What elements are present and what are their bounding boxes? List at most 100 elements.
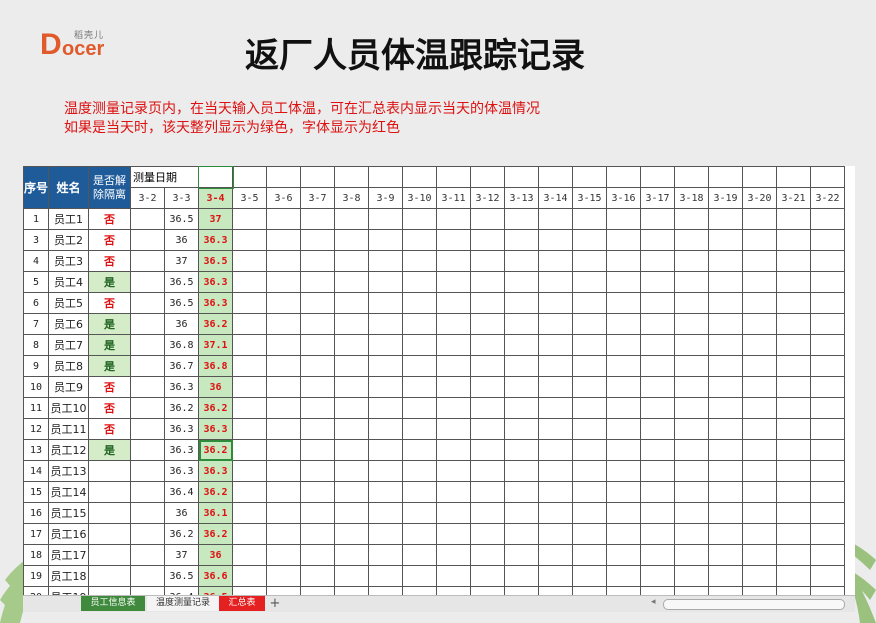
temperature-cell[interactable] xyxy=(742,544,778,566)
temperature-cell[interactable] xyxy=(232,250,268,272)
temperature-cell[interactable] xyxy=(776,397,812,419)
temperature-cell[interactable] xyxy=(130,334,166,356)
quarantine-status[interactable]: 是 xyxy=(88,271,132,293)
temperature-cell[interactable] xyxy=(776,502,812,524)
temperature-cell[interactable] xyxy=(708,481,744,503)
temperature-cell[interactable] xyxy=(402,334,438,356)
temperature-cell[interactable] xyxy=(368,397,404,419)
temperature-cell[interactable] xyxy=(436,481,472,503)
temperature-cell[interactable] xyxy=(470,229,506,251)
employee-name[interactable]: 员工6 xyxy=(48,313,90,335)
temperature-cell[interactable] xyxy=(640,229,676,251)
temperature-cell[interactable] xyxy=(742,460,778,482)
horizontal-scrollbar[interactable] xyxy=(663,599,845,610)
temperature-cell[interactable] xyxy=(402,229,438,251)
temperature-cell[interactable] xyxy=(436,502,472,524)
temperature-cell[interactable] xyxy=(504,418,540,440)
quarantine-status[interactable]: 否 xyxy=(88,229,132,251)
temperature-cell[interactable] xyxy=(538,502,574,524)
row-no[interactable]: 1 xyxy=(23,208,50,230)
temperature-cell[interactable]: 36.5 xyxy=(164,292,200,314)
tab-temperature-record[interactable]: 温度测量记录 xyxy=(147,596,219,611)
temperature-cell[interactable] xyxy=(130,376,166,398)
temperature-cell[interactable] xyxy=(572,502,608,524)
quarantine-status[interactable]: 否 xyxy=(88,376,132,398)
header-date-blank[interactable] xyxy=(674,166,710,188)
temperature-cell[interactable] xyxy=(266,523,302,545)
temperature-cell[interactable]: 36.7 xyxy=(164,355,200,377)
employee-name[interactable]: 员工12 xyxy=(48,439,90,461)
temperature-cell[interactable] xyxy=(776,250,812,272)
temperature-cell[interactable] xyxy=(708,397,744,419)
quarantine-status[interactable]: 否 xyxy=(88,292,132,314)
temperature-cell[interactable] xyxy=(130,460,166,482)
temperature-cell[interactable] xyxy=(674,460,710,482)
temperature-cell[interactable] xyxy=(232,397,268,419)
temperature-cell[interactable] xyxy=(436,397,472,419)
temperature-cell[interactable] xyxy=(640,523,676,545)
temperature-cell[interactable] xyxy=(436,229,472,251)
temperature-cell[interactable] xyxy=(402,271,438,293)
temperature-cell[interactable] xyxy=(402,523,438,545)
temperature-cell[interactable] xyxy=(776,523,812,545)
temperature-cell[interactable] xyxy=(334,460,370,482)
temperature-cell[interactable] xyxy=(232,586,268,595)
temperature-cell[interactable] xyxy=(742,586,778,595)
temperature-cell[interactable] xyxy=(776,586,812,595)
date-header[interactable]: 3-10 xyxy=(402,187,438,209)
temperature-cell[interactable] xyxy=(708,439,744,461)
temperature-cell[interactable] xyxy=(810,355,846,377)
temperature-cell[interactable] xyxy=(470,355,506,377)
temperature-cell[interactable] xyxy=(776,481,812,503)
temperature-cell[interactable] xyxy=(232,481,268,503)
temperature-cell[interactable] xyxy=(708,250,744,272)
temperature-cell[interactable] xyxy=(334,439,370,461)
temperature-cell[interactable] xyxy=(606,292,642,314)
temperature-cell[interactable] xyxy=(368,313,404,335)
temperature-cell[interactable]: 36.3 xyxy=(164,439,200,461)
temperature-cell[interactable] xyxy=(674,376,710,398)
temperature-cell[interactable]: 36.5 xyxy=(164,271,200,293)
header-date-blank[interactable] xyxy=(266,166,302,188)
temperature-cell[interactable] xyxy=(334,565,370,587)
temperature-cell[interactable] xyxy=(810,565,846,587)
temperature-cell[interactable] xyxy=(572,439,608,461)
quarantine-status[interactable] xyxy=(88,502,132,524)
temperature-cell[interactable] xyxy=(436,208,472,230)
temperature-cell[interactable] xyxy=(368,229,404,251)
temperature-cell[interactable] xyxy=(674,502,710,524)
date-header[interactable]: 3-4 xyxy=(198,187,234,209)
temperature-cell[interactable] xyxy=(776,334,812,356)
temperature-cell[interactable] xyxy=(640,292,676,314)
quarantine-status[interactable]: 否 xyxy=(88,208,132,230)
row-no[interactable]: 11 xyxy=(23,397,50,419)
temperature-cell[interactable] xyxy=(504,355,540,377)
temperature-cell[interactable] xyxy=(708,334,744,356)
temperature-cell[interactable] xyxy=(300,292,336,314)
temperature-cell[interactable] xyxy=(266,586,302,595)
temperature-cell[interactable]: 36.5 xyxy=(198,250,234,272)
temperature-cell[interactable] xyxy=(810,439,846,461)
temperature-cell[interactable] xyxy=(708,355,744,377)
temperature-cell[interactable] xyxy=(368,376,404,398)
temperature-cell[interactable] xyxy=(538,565,574,587)
temperature-cell[interactable] xyxy=(334,502,370,524)
temperature-cell[interactable] xyxy=(640,565,676,587)
tab-summary[interactable]: 汇总表 xyxy=(219,596,265,611)
temperature-cell[interactable] xyxy=(334,334,370,356)
temperature-cell[interactable] xyxy=(402,439,438,461)
date-header[interactable]: 3-9 xyxy=(368,187,404,209)
employee-name[interactable]: 员工11 xyxy=(48,418,90,440)
temperature-cell[interactable]: 36.3 xyxy=(164,376,200,398)
temperature-cell[interactable] xyxy=(130,313,166,335)
temperature-cell[interactable] xyxy=(572,418,608,440)
temperature-cell[interactable] xyxy=(334,313,370,335)
temperature-cell[interactable]: 36.6 xyxy=(198,565,234,587)
temperature-cell[interactable]: 37 xyxy=(164,250,200,272)
temperature-cell[interactable]: 36 xyxy=(164,313,200,335)
temperature-cell[interactable] xyxy=(436,523,472,545)
temperature-cell[interactable] xyxy=(640,481,676,503)
temperature-cell[interactable] xyxy=(606,355,642,377)
temperature-cell[interactable] xyxy=(538,355,574,377)
header-date-blank[interactable] xyxy=(504,166,540,188)
